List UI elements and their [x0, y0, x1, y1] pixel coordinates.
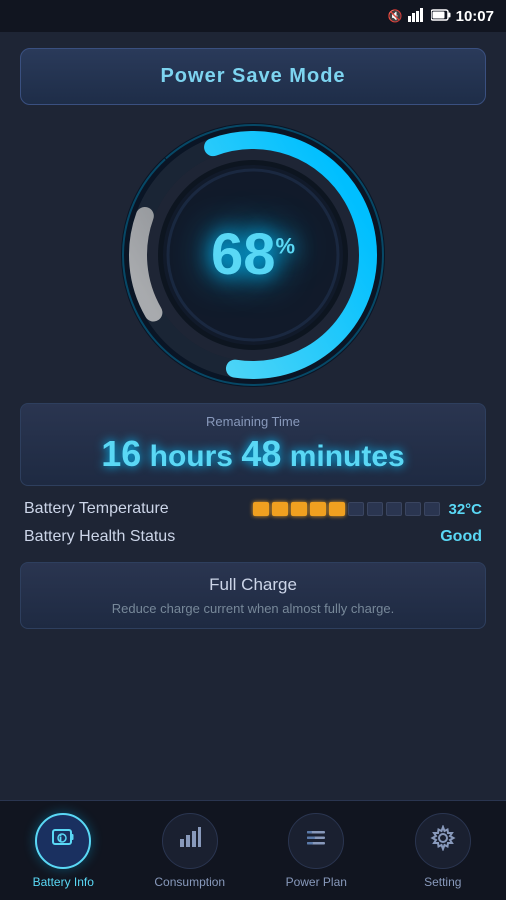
- temp-value: 32°C: [448, 501, 482, 518]
- battery-health-row: Battery Health Status Good: [24, 528, 482, 546]
- full-charge-title: Full Charge: [37, 575, 469, 595]
- remaining-label: Remaining Time: [37, 414, 469, 429]
- power-save-label: Power Save Mode: [160, 65, 345, 87]
- status-icons: 🔇 10:07: [388, 8, 494, 25]
- status-time: 10:07: [456, 8, 494, 25]
- battery-icon: [431, 9, 451, 24]
- temp-segment-6: [348, 502, 364, 516]
- nav-label-power-plan: Power Plan: [286, 875, 347, 889]
- full-charge-description: Reduce charge current when almost fully …: [37, 601, 469, 616]
- bottom-nav: i i Battery Info Consumption: [0, 800, 506, 900]
- temp-segment-10: [424, 502, 440, 516]
- gauge-center: 68%: [211, 226, 295, 284]
- temp-segment-1: [253, 502, 269, 516]
- nav-item-consumption[interactable]: Consumption: [140, 813, 240, 889]
- mute-icon: 🔇: [388, 9, 403, 23]
- temp-bar-container: 32°C: [253, 501, 482, 518]
- main-content: Power Save Mode: [0, 32, 506, 900]
- temp-segment-2: [272, 502, 288, 516]
- nav-icon-wrap-power-plan: [288, 813, 344, 869]
- svg-text:i: i: [60, 833, 63, 843]
- remaining-time-value: 16 hours 48 minutes: [37, 433, 469, 475]
- nav-label-setting: Setting: [424, 875, 461, 889]
- remaining-time-box: Remaining Time 16 hours 48 minutes: [20, 403, 486, 486]
- temp-segment-8: [386, 502, 402, 516]
- temp-segment-7: [367, 502, 383, 516]
- gauge-percentage-value: 68%: [211, 226, 295, 284]
- nav-icon-wrap-battery: i i: [35, 813, 91, 869]
- nav-item-power-plan[interactable]: Power Plan: [266, 813, 366, 889]
- nav-item-battery-info[interactable]: i i Battery Info: [13, 813, 113, 889]
- power-save-button[interactable]: Power Save Mode: [20, 48, 486, 105]
- full-charge-box: Full Charge Reduce charge current when a…: [20, 562, 486, 629]
- signal-icon: [408, 8, 426, 25]
- gauge-number: 68: [211, 222, 276, 287]
- nav-icon-wrap-setting: [415, 813, 471, 869]
- temp-segment-5: [329, 502, 345, 516]
- battery-gauge: 68%: [20, 115, 486, 395]
- nav-icon-wrap-consumption: [162, 813, 218, 869]
- consumption-icon: [177, 825, 203, 857]
- battery-info-icon: i i: [50, 825, 76, 857]
- hours-number: 16: [101, 433, 141, 474]
- power-plan-icon: [303, 825, 329, 857]
- battery-health-label: Battery Health Status: [24, 528, 204, 546]
- temp-segment-3: [291, 502, 307, 516]
- nav-item-setting[interactable]: Setting: [393, 813, 493, 889]
- temp-segment-4: [310, 502, 326, 516]
- minutes-number: 48: [241, 433, 281, 474]
- nav-label-consumption: Consumption: [154, 875, 225, 889]
- battery-health-value: Good: [440, 528, 482, 546]
- setting-icon: [430, 825, 456, 857]
- gauge-percent-symbol: %: [275, 234, 295, 259]
- nav-label-battery-info: Battery Info: [33, 875, 94, 889]
- status-bar: 🔇 10:07: [0, 0, 506, 32]
- temp-bar: [253, 502, 440, 516]
- battery-temperature-row: Battery Temperature 32°C: [24, 500, 482, 518]
- battery-temp-label: Battery Temperature: [24, 500, 204, 518]
- minutes-label: minutes: [290, 440, 405, 473]
- info-rows: Battery Temperature 32°C Battery Health …: [20, 500, 486, 556]
- hours-label: hours: [150, 440, 233, 473]
- temp-segment-9: [405, 502, 421, 516]
